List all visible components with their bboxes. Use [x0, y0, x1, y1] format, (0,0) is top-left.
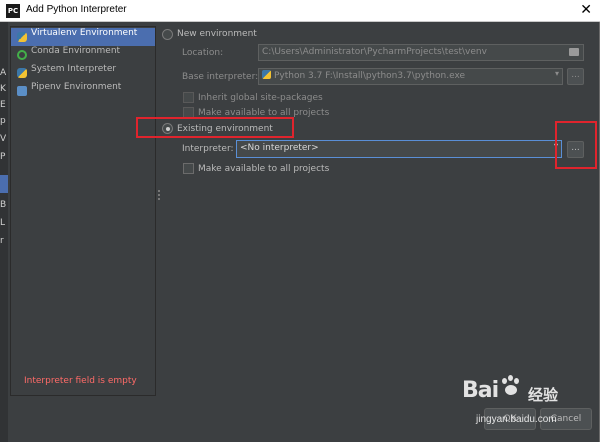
- pycharm-app-icon: PC: [6, 4, 20, 18]
- base-interpreter-label: Base interpreter:: [182, 72, 259, 82]
- paw-icon: [500, 374, 522, 396]
- sidebar-item-pipenv[interactable]: Pipenv Environment: [11, 82, 155, 100]
- sidebar-item-virtualenv[interactable]: Virtualenv Environment: [11, 28, 155, 46]
- python-icon: [262, 70, 271, 79]
- window-title: Add Python Interpreter: [26, 4, 127, 15]
- pipenv-icon: [17, 86, 27, 96]
- baidu-watermark-logo: Bai: [462, 378, 499, 403]
- environment-type-list: Virtualenv Environment Conda Environment…: [10, 26, 156, 396]
- inherit-packages-checkbox[interactable]: [183, 92, 194, 103]
- strip-glyph: E: [0, 100, 6, 110]
- conda-icon: [17, 50, 27, 60]
- strip-glyph: p: [0, 116, 6, 126]
- strip-glyph: L: [0, 218, 6, 228]
- python-icon: [17, 32, 27, 42]
- strip-glyph: r: [0, 236, 4, 246]
- new-environment-label: New environment: [177, 29, 257, 39]
- strip-glyph: A: [0, 68, 7, 78]
- sidebar-item-label: Virtualenv Environment: [31, 28, 138, 38]
- new-environment-radio[interactable]: [162, 29, 173, 40]
- base-interpreter-select[interactable]: Python 3.7 F:\Install\python3.7\python.e…: [258, 68, 563, 85]
- python-icon: [17, 68, 27, 78]
- sidebar-item-label: Pipenv Environment: [31, 82, 122, 92]
- base-interpreter-browse-button[interactable]: ...: [567, 68, 584, 85]
- strip-glyph: B: [0, 200, 7, 210]
- strip-selection: [0, 175, 8, 193]
- sidebar-item-label: System Interpreter: [31, 64, 117, 74]
- location-value: C:\Users\Administrator\PycharmProjects\t…: [262, 47, 487, 57]
- sidebar-item-conda[interactable]: Conda Environment: [11, 46, 155, 64]
- close-icon[interactable]: ✕: [580, 2, 592, 18]
- sidebar-item-system-interpreter[interactable]: System Interpreter: [11, 64, 155, 82]
- sidebar-item-label: Conda Environment: [31, 46, 121, 56]
- existing-env-make-available-label: Make available to all projects: [198, 164, 330, 174]
- splitter-handle[interactable]: [158, 190, 160, 200]
- chevron-down-icon: ▾: [554, 69, 559, 78]
- existing-env-make-available-checkbox[interactable]: [183, 163, 194, 174]
- folder-icon[interactable]: [569, 48, 579, 56]
- strip-glyph: V: [0, 134, 7, 144]
- validation-error-message: Interpreter field is empty: [24, 376, 137, 386]
- interpreter-value: <No interpreter>: [240, 143, 319, 153]
- annotation-highlight-existing-environment: [136, 117, 294, 138]
- base-interpreter-value: Python 3.7 F:\Install\python3.7\python.e…: [274, 71, 466, 81]
- interpreter-select[interactable]: <No interpreter> ▾: [236, 140, 562, 158]
- annotation-highlight-browse-button: [555, 121, 597, 169]
- baidu-watermark-url: jingyan.baidu.com: [476, 414, 557, 425]
- background-ide-strip: A K E p V P B L r: [0, 22, 8, 442]
- location-field[interactable]: C:\Users\Administrator\PycharmProjects\t…: [258, 44, 584, 61]
- location-label: Location:: [182, 48, 224, 58]
- interpreter-label: Interpreter:: [182, 144, 234, 154]
- baidu-watermark-suffix: 经验: [528, 386, 559, 404]
- strip-glyph: K: [0, 84, 6, 94]
- title-bar: PC Add Python Interpreter ✕: [0, 0, 600, 22]
- inherit-packages-label: Inherit global site-packages: [198, 93, 323, 103]
- strip-glyph: P: [0, 152, 6, 162]
